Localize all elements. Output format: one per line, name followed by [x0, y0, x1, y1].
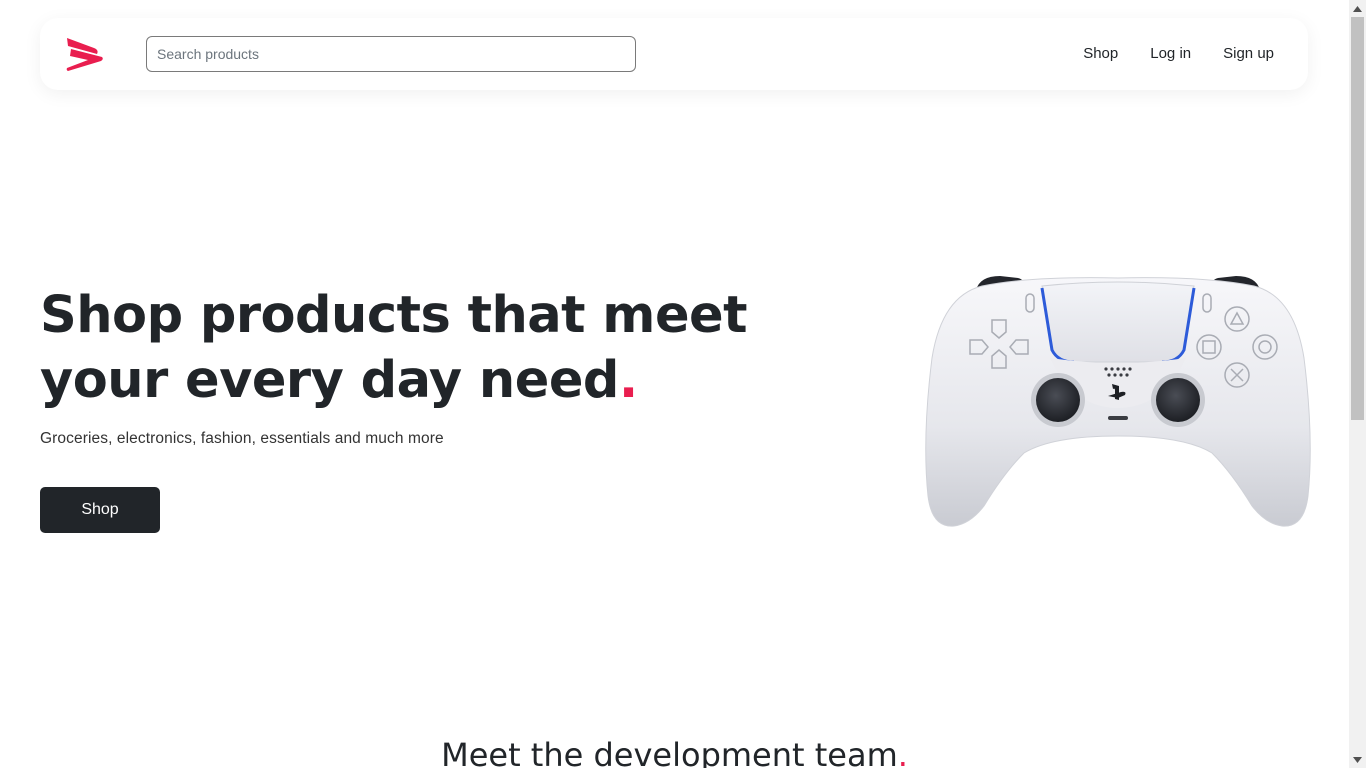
hero-subtitle: Groceries, electronics, fashion, essenti…	[40, 430, 444, 447]
nav-link-login[interactable]: Log in	[1150, 45, 1191, 62]
team-heading-dot: .	[897, 736, 908, 768]
nav-link-shop[interactable]: Shop	[1083, 45, 1118, 62]
shop-button[interactable]: Shop	[40, 487, 160, 533]
navbar: Shop Log in Sign up	[40, 18, 1308, 90]
vertical-scrollbar[interactable]	[1349, 0, 1366, 768]
scrollbar-thumb[interactable]	[1351, 17, 1364, 420]
hero-title: Shop products that meet your every day n…	[40, 283, 760, 413]
nav-link-signup[interactable]: Sign up	[1223, 45, 1274, 62]
hero-title-dot: .	[618, 351, 638, 410]
team-heading-text: Meet the development team	[441, 736, 898, 768]
scroll-down-icon[interactable]	[1349, 751, 1366, 768]
search-input[interactable]	[146, 36, 636, 72]
nav-links: Shop Log in Sign up	[1083, 45, 1274, 62]
scroll-up-icon[interactable]	[1349, 0, 1366, 17]
game-controller-image	[925, 276, 1311, 527]
hero-title-text: Shop products that meet your every day n…	[40, 286, 748, 410]
team-heading: Meet the development team.	[0, 733, 1349, 768]
brand-logo-icon[interactable]	[66, 36, 104, 74]
page: Shop Log in Sign up Shop products that m…	[0, 0, 1349, 768]
